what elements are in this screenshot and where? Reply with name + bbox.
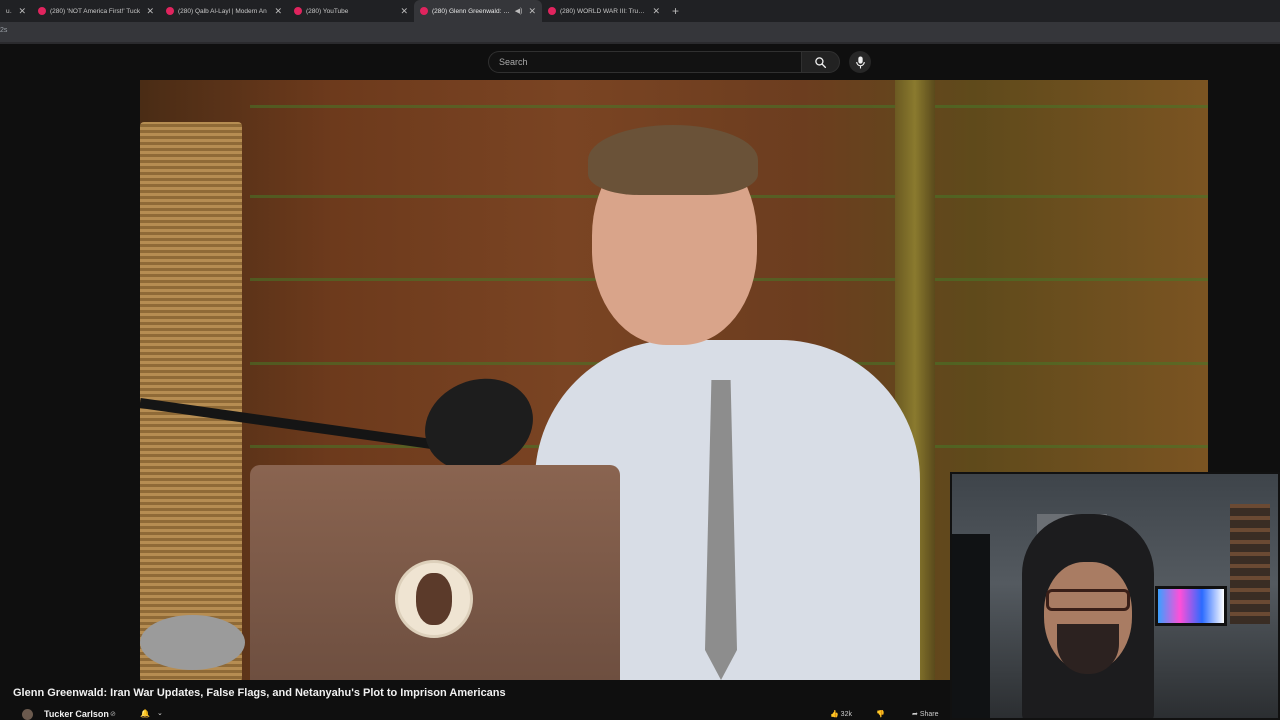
chevron-down-icon[interactable]: ⌄ [157,709,163,717]
close-icon[interactable]: ✕ [18,6,26,17]
close-icon[interactable]: ✕ [400,6,408,17]
laptop-sticker [395,560,473,638]
close-icon[interactable]: ✕ [528,6,536,17]
channel-row: Tucker Carlson ⊘ 🔔 ⌄ 👍 32k 👎 ➦ Share [0,706,950,720]
search-input[interactable] [489,52,802,72]
bell-icon[interactable]: 🔔 [140,709,150,718]
close-icon[interactable]: ✕ [146,6,154,17]
tab-youtube-partial[interactable]: ube ✕ [0,0,32,22]
close-icon[interactable]: ✕ [652,6,660,17]
tab-label: (280) YouTube [306,7,349,15]
wall-plank [250,105,1208,108]
channel-name[interactable]: Tucker Carlson [44,709,109,719]
search-box[interactable] [488,51,802,73]
search-icon [815,56,827,68]
background-screen [1155,586,1227,626]
bookshelf [1230,504,1270,624]
share-button[interactable]: ➦ Share [912,710,939,718]
video-title: Glenn Greenwald: Iran War Updates, False… [13,687,506,699]
mic-stand [952,534,990,718]
youtube-favicon-icon [420,7,428,15]
address-bar[interactable]: 2s [0,22,1280,44]
browser-tab-bar: ube ✕ (280) 'NOT America First!' Tuck ✕ … [0,0,1280,22]
glasses [1046,589,1130,611]
like-button[interactable]: 👍 32k [830,710,852,718]
thumbs-down-icon[interactable]: 👎 [876,710,885,718]
youtube-favicon-icon [294,7,302,15]
address-bar-text: 2s [0,27,8,34]
tab-tucker-america-first[interactable]: (280) 'NOT America First!' Tuck ✕ [32,0,160,22]
verified-icon: ⊘ [110,711,116,718]
webcam-overlay [950,472,1280,720]
tab-label: (280) WORLD WAR III: Trump [560,7,647,15]
youtube-favicon-icon [38,7,46,15]
tab-label: (280) 'NOT America First!' Tuck [50,7,141,15]
youtube-favicon-icon [548,7,556,15]
youtube-header [0,44,1280,80]
desk-speaker-device [140,615,245,670]
channel-avatar[interactable] [22,709,33,720]
microphone-icon [855,56,865,68]
tab-world-war-iii[interactable]: (280) WORLD WAR III: Trump ✕ [542,0,666,22]
speaker-icon[interactable]: ◀) [515,7,523,15]
share-label: Share [919,711,939,718]
tab-label: ube [6,7,12,15]
speaker-hair [588,125,758,195]
tab-qalb-al-layl[interactable]: (280) Qalb Al-Layl | Modern An ✕ [160,0,288,22]
voice-search-button[interactable] [849,51,871,73]
tab-label: (280) Qalb Al-Layl | Modern An [178,7,267,15]
thumbs-up-icon: 👍 [830,711,839,718]
search-button[interactable] [801,51,840,73]
tab-glenn-greenwald[interactable]: (280) Glenn Greenwald: Ira ◀) ✕ [414,0,542,22]
youtube-favicon-icon [166,7,174,15]
share-icon: ➦ [912,711,918,718]
tab-youtube-home[interactable]: (280) YouTube ✕ [288,0,414,22]
like-count: 32k [840,711,852,718]
close-icon[interactable]: ✕ [274,6,282,17]
plus-icon[interactable]: + [672,4,679,18]
tab-label: (280) Glenn Greenwald: Ira [432,7,511,15]
